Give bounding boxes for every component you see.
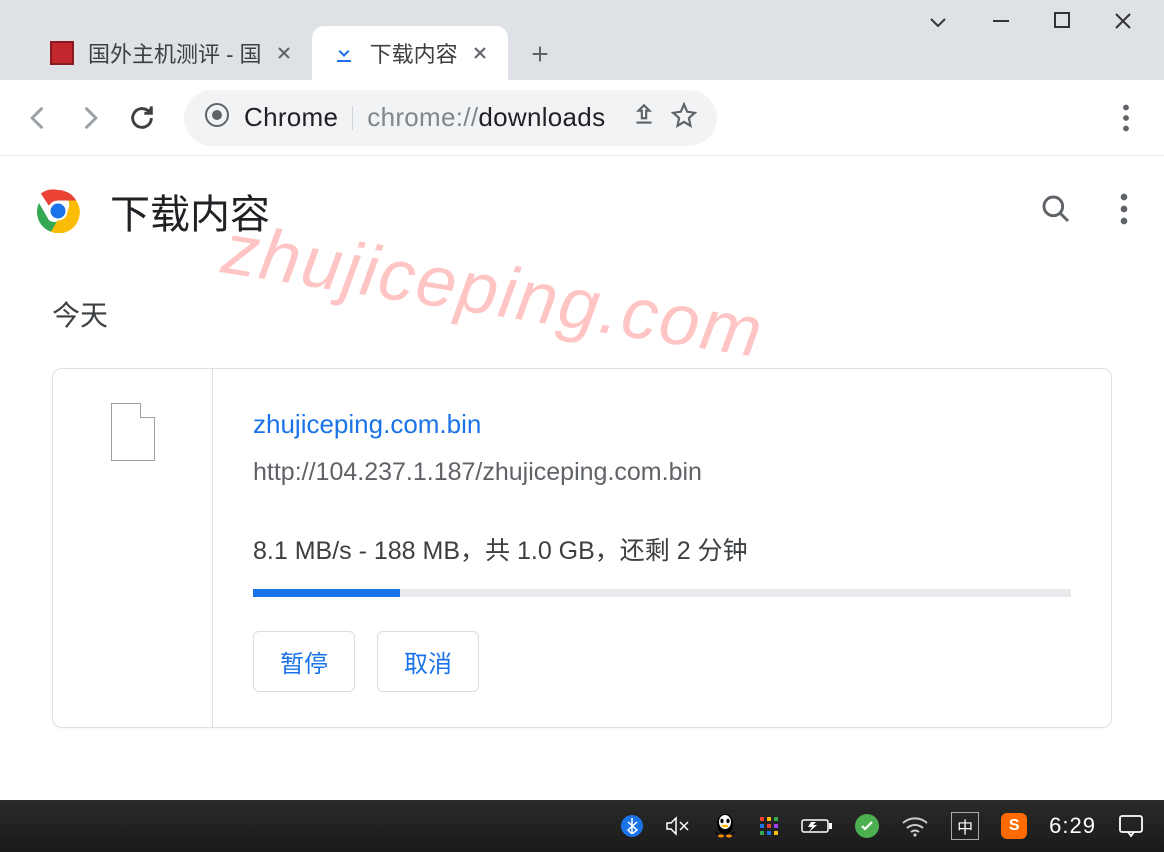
volume-muted-icon[interactable] — [665, 816, 691, 836]
wifi-icon[interactable] — [901, 815, 929, 837]
minimize-button[interactable] — [990, 10, 1012, 39]
omnibox-scheme: Chrome — [244, 102, 338, 133]
chrome-page-icon — [204, 102, 230, 133]
sogou-icon[interactable]: S — [1001, 813, 1027, 839]
ime-indicator[interactable]: 中 — [951, 812, 979, 840]
section-label: 今天 — [52, 294, 1112, 334]
share-icon[interactable] — [631, 102, 657, 133]
downloads-content: 今天 zhujiceping.com.bin http://104.237.1.… — [0, 294, 1164, 728]
favicon-site — [48, 39, 76, 67]
tab-active[interactable]: 下载内容 — [312, 26, 508, 80]
close-tab-icon[interactable] — [274, 43, 294, 63]
download-status: 8.1 MB/s - 188 MB，共 1.0 GB，还剩 2 分钟 — [253, 531, 1071, 567]
star-icon[interactable] — [671, 102, 697, 133]
download-url: http://104.237.1.187/zhujiceping.com.bin — [253, 458, 1071, 487]
bluetooth-icon[interactable] — [621, 815, 643, 837]
chevron-down-icon[interactable] — [926, 10, 950, 39]
tab-inactive[interactable]: 国外主机测评 - 国 — [30, 26, 312, 80]
maximize-button[interactable] — [1052, 10, 1072, 39]
notifications-icon[interactable] — [1118, 814, 1144, 838]
card-actions: 暂停 取消 — [253, 631, 1071, 692]
tab-title: 下载内容 — [370, 37, 458, 69]
window-controls — [896, 0, 1164, 49]
titlebar: 国外主机测评 - 国 下载内容 — [0, 0, 1164, 80]
back-button[interactable] — [16, 96, 60, 140]
browser-menu-button[interactable] — [1104, 96, 1148, 140]
forward-button[interactable] — [68, 96, 112, 140]
taskbar-clock[interactable]: 6:29 — [1049, 813, 1096, 839]
download-filename[interactable]: zhujiceping.com.bin — [253, 409, 1071, 440]
tray-check-icon[interactable] — [855, 814, 879, 838]
omnibox-url: chrome://downloads — [367, 102, 605, 133]
divider — [352, 106, 353, 130]
search-button[interactable] — [1040, 193, 1072, 230]
card-icon-area — [53, 369, 213, 727]
progress-bar-fill — [253, 589, 400, 597]
close-tab-icon[interactable] — [470, 43, 490, 63]
card-body: zhujiceping.com.bin http://104.237.1.187… — [213, 369, 1111, 727]
taskbar: 中 S 6:29 — [0, 800, 1164, 852]
tab-title: 国外主机测评 - 国 — [88, 37, 262, 69]
tab-strip: 国外主机测评 - 国 下载内容 — [0, 20, 560, 80]
qq-icon[interactable] — [713, 813, 737, 839]
reload-button[interactable] — [120, 96, 164, 140]
page-menu-button[interactable] — [1120, 193, 1128, 230]
download-icon — [330, 39, 358, 67]
cancel-button[interactable]: 取消 — [377, 631, 479, 692]
download-card: zhujiceping.com.bin http://104.237.1.187… — [52, 368, 1112, 728]
toolbar: Chrome chrome://downloads — [0, 80, 1164, 156]
close-window-button[interactable] — [1112, 10, 1134, 39]
tray-colorful-icon[interactable] — [759, 816, 779, 836]
new-tab-button[interactable] — [520, 34, 560, 74]
file-icon — [111, 403, 155, 461]
omnibox[interactable]: Chrome chrome://downloads — [184, 90, 717, 146]
chrome-logo-icon — [36, 189, 80, 233]
page-header: 下载内容 — [0, 156, 1164, 274]
battery-icon[interactable] — [801, 817, 833, 835]
progress-bar-track — [253, 589, 1071, 597]
pause-button[interactable]: 暂停 — [253, 631, 355, 692]
page-title: 下载内容 — [110, 182, 270, 240]
